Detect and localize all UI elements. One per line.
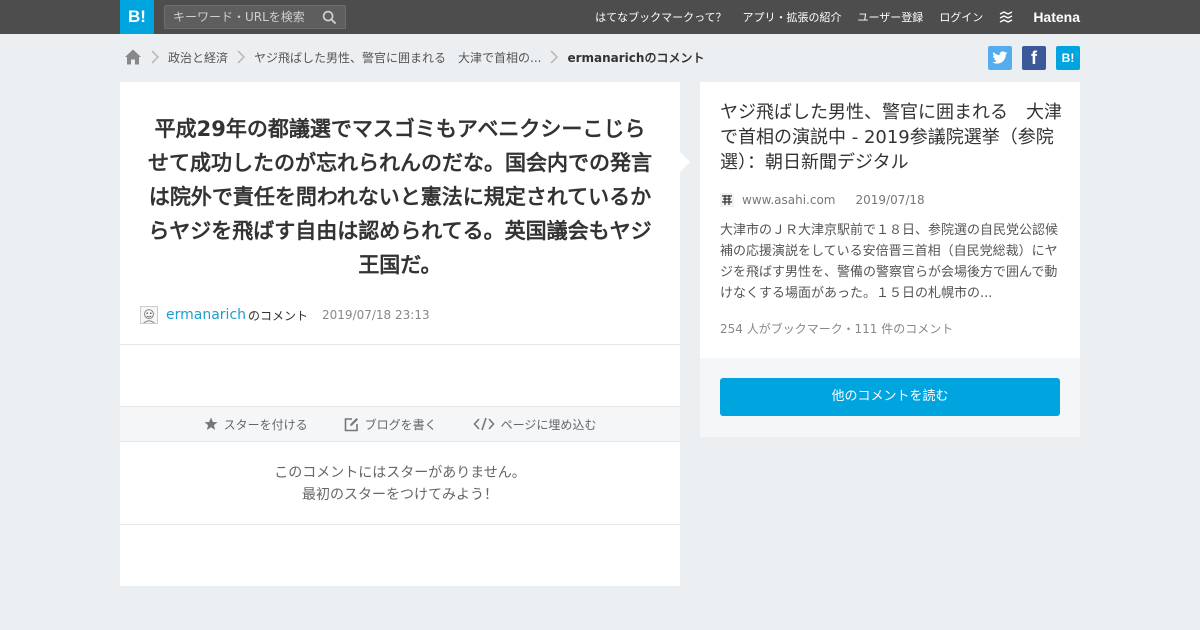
entry-title-link[interactable]: ヤジ飛ばした男性、警官に囲まれる 大津で首相の演説中 - 2019参議院選挙（参… xyxy=(720,100,1062,175)
chevron-right-icon xyxy=(151,50,160,64)
search-icon[interactable] xyxy=(322,10,337,25)
hatebu-share-button[interactable]: B! xyxy=(1056,46,1080,70)
edit-icon xyxy=(344,417,358,431)
search-input[interactable] xyxy=(165,6,315,28)
write-blog-button[interactable]: ブログを書く xyxy=(344,416,437,433)
comment-user-link[interactable]: ermanarich xyxy=(166,307,246,323)
chevron-right-icon xyxy=(237,50,246,64)
divider xyxy=(120,344,680,345)
entry-card: ヤジ飛ばした男性、警官に囲まれる 大津で首相の演説中 - 2019参議院選挙（参… xyxy=(700,82,1080,358)
hatebu-logo[interactable]: B! xyxy=(120,0,154,34)
facebook-icon: f xyxy=(1031,48,1037,68)
add-star-label: スターを付ける xyxy=(223,417,308,432)
comment-card: 平成29年の都議選でマスゴミもアベニクシーこじらせて成功したのが忘れられんのだな… xyxy=(120,82,690,586)
nav-apps[interactable]: アプリ・拡張の紹介 xyxy=(743,9,842,25)
home-icon[interactable] xyxy=(124,48,142,66)
hatena-link[interactable]: Hatena xyxy=(999,9,1080,25)
breadcrumb-current: ermanarichのコメント xyxy=(567,50,705,65)
top-nav: はてなブックマークって？ アプリ・拡張の紹介 ユーザー登録 ログイン Haten… xyxy=(579,0,1080,34)
no-star-line2: 最初のスターをつけてみよう！ xyxy=(302,487,498,503)
nav-about[interactable]: はてなブックマークって？ xyxy=(595,9,726,25)
comment-text: 平成29年の都議選でマスゴミもアベニクシーこじらせて成功したのが忘れられんのだな… xyxy=(148,117,652,277)
comment-suffix: のコメント xyxy=(248,308,309,323)
hatena-logo-icon xyxy=(999,11,1013,23)
twitter-icon xyxy=(992,51,1008,64)
nav-register[interactable]: ユーザー登録 xyxy=(858,9,924,25)
read-comments-area: 他のコメントを読む xyxy=(700,358,1080,437)
entry-meta: www.asahi.com 2019/07/18 xyxy=(720,192,925,208)
comment-timestamp[interactable]: 2019/07/18 23:13 xyxy=(322,308,430,322)
star-icon xyxy=(204,417,218,430)
twitter-share-button[interactable] xyxy=(988,46,1012,70)
code-icon xyxy=(473,417,495,431)
comment-actions: スターを付ける ブログを書く ページに埋め込む xyxy=(120,406,680,442)
embed-label: ページに埋め込む xyxy=(500,417,597,432)
card-pointer xyxy=(680,152,690,172)
comment-meta: ermanarich のコメント 2019/07/18 23:13 xyxy=(140,304,430,326)
entry-date: 2019/07/18 xyxy=(855,193,925,207)
no-star-message: このコメントにはスターがありません。 最初のスターをつけてみよう！ xyxy=(120,462,680,506)
search-box xyxy=(164,5,346,29)
facebook-share-button[interactable]: f xyxy=(1022,46,1046,70)
entry-domain[interactable]: www.asahi.com xyxy=(742,193,836,207)
breadcrumb-entry[interactable]: ヤジ飛ばした男性、警官に囲まれる 大津で首相の... xyxy=(254,49,541,66)
avatar[interactable] xyxy=(140,306,158,324)
embed-button[interactable]: ページに埋め込む xyxy=(473,416,597,433)
hatena-label: Hatena xyxy=(1033,9,1080,25)
entry-counts[interactable]: 254 人がブックマーク・111 件のコメント xyxy=(720,320,953,337)
breadcrumb-category[interactable]: 政治と経済 xyxy=(168,49,228,66)
entry-summary: 大津市のＪＲ大津京駅前で１８日、参院選の自民党公認候補の応援演説をしている安倍晋… xyxy=(720,223,1059,301)
divider xyxy=(120,524,680,525)
write-blog-label: ブログを書く xyxy=(364,417,437,432)
chevron-right-icon xyxy=(550,50,559,64)
nav-login[interactable]: ログイン xyxy=(939,9,983,25)
asahi-favicon-icon xyxy=(720,193,734,207)
top-bar: B! はてなブックマークって？ アプリ・拡張の紹介 ユーザー登録 ログイン Ha… xyxy=(0,0,1200,34)
read-other-comments-button[interactable]: 他のコメントを読む xyxy=(720,378,1060,416)
no-star-line1: このコメントにはスターがありません。 xyxy=(274,465,526,481)
breadcrumb: 政治と経済 ヤジ飛ばした男性、警官に囲まれる 大津で首相の... ermanar… xyxy=(124,46,704,68)
add-star-button[interactable]: スターを付ける xyxy=(204,416,308,433)
hatebu-icon: B! xyxy=(1061,51,1075,65)
